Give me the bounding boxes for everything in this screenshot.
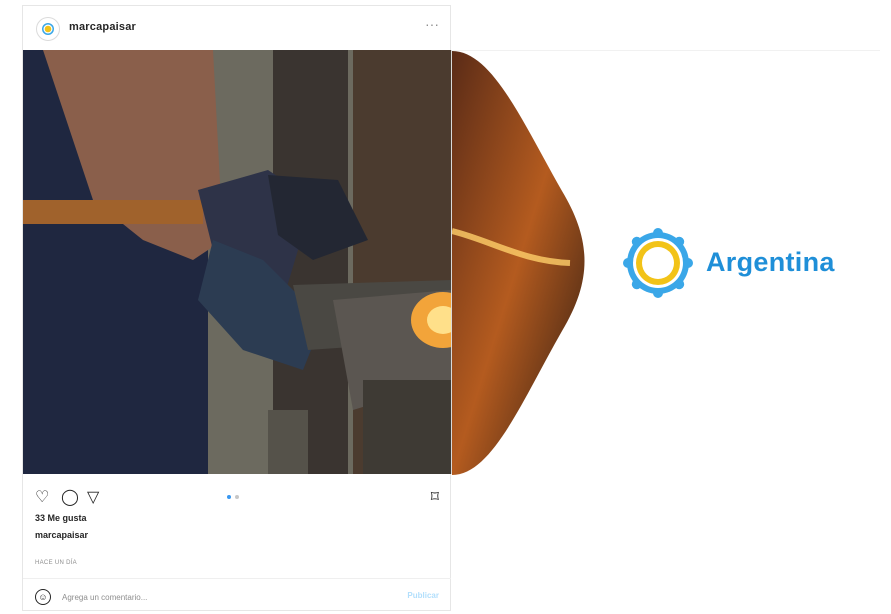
post-header: marcapaisar ··· (23, 6, 450, 51)
sun-logo-icon (42, 23, 54, 35)
publish-button[interactable]: Publicar (407, 591, 439, 600)
emoji-icon[interactable]: ☺ (35, 589, 51, 605)
likes-count[interactable]: 33 Me gusta (35, 513, 87, 523)
brand-slide: Argentina (452, 50, 880, 475)
post-photo (23, 50, 451, 474)
heart-icon[interactable]: ♡ (35, 487, 49, 507)
comment-icon[interactable]: ◯ (61, 487, 79, 507)
post-actions: ♡ ◯ ▽ ⌑ (23, 483, 451, 513)
furnace-wave-shape (452, 51, 585, 475)
factory-worker-image (23, 50, 451, 474)
profile-avatar[interactable] (36, 17, 60, 41)
caption-username[interactable]: marcapaisar (35, 530, 88, 540)
comment-input[interactable] (60, 587, 384, 607)
carousel-dot (235, 495, 239, 499)
post-username[interactable]: marcapaisar (69, 21, 136, 33)
comment-bar: ☺ Publicar (23, 578, 451, 612)
carousel-indicator (227, 495, 239, 499)
post-timestamp: HACE UN DÍA (35, 560, 77, 566)
brand-name: Argentina (706, 247, 835, 277)
carousel-dot-active (227, 495, 231, 499)
argentina-sun-logo-icon (623, 228, 693, 298)
share-icon[interactable]: ▽ (87, 487, 99, 507)
more-options-icon[interactable]: ··· (425, 16, 439, 32)
bookmark-icon[interactable]: ⌑ (431, 487, 439, 507)
